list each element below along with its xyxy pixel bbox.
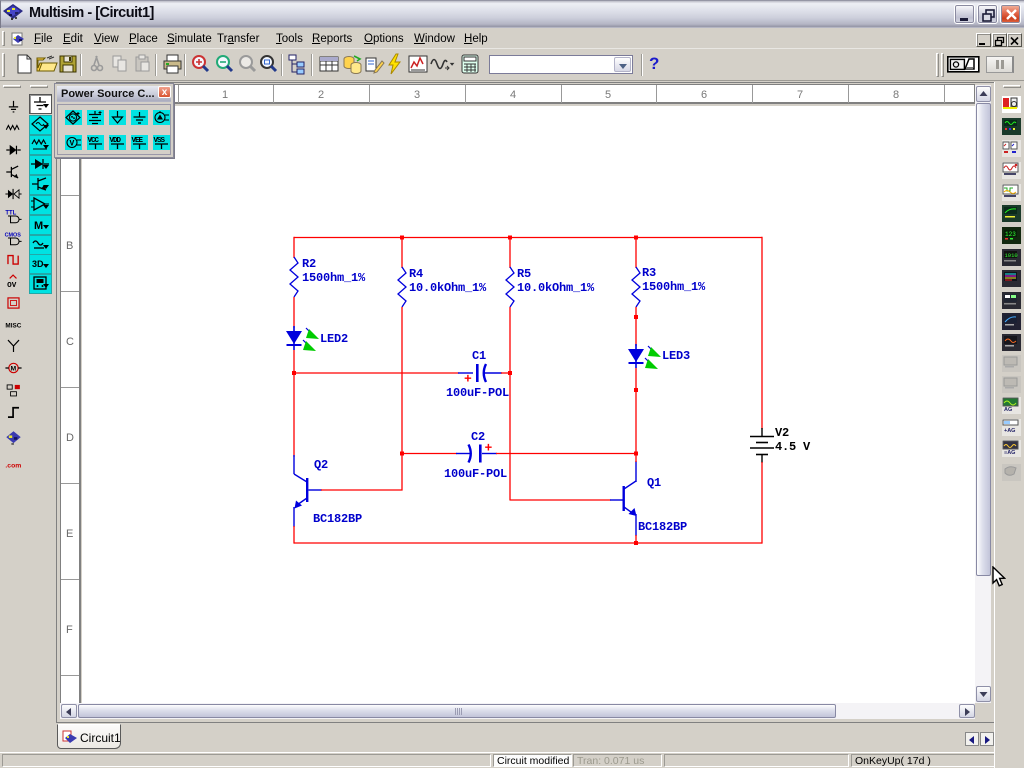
svg-text:+: + bbox=[485, 441, 493, 456]
svg-text:CMOS: CMOS bbox=[5, 232, 22, 238]
svg-text:M: M bbox=[11, 366, 17, 373]
svg-text:+AG: +AG bbox=[1004, 428, 1015, 434]
svg-text:+: + bbox=[464, 372, 472, 387]
svg-text:AG: AG bbox=[1004, 407, 1012, 412]
svg-text:123: 123 bbox=[1005, 231, 1016, 238]
svg-text:OV: OV bbox=[7, 282, 17, 290]
svg-text:1010: 1010 bbox=[1005, 252, 1018, 259]
svg-text:M: M bbox=[34, 220, 43, 232]
svg-text:V: V bbox=[70, 140, 75, 149]
svg-text:3D: 3D bbox=[32, 259, 44, 269]
svg-text:≡AG: ≡AG bbox=[1004, 450, 1015, 455]
svg-text:MISC: MISC bbox=[5, 323, 21, 330]
svg-text:.com: .com bbox=[5, 463, 21, 470]
svg-text:TTL: TTL bbox=[5, 210, 16, 216]
